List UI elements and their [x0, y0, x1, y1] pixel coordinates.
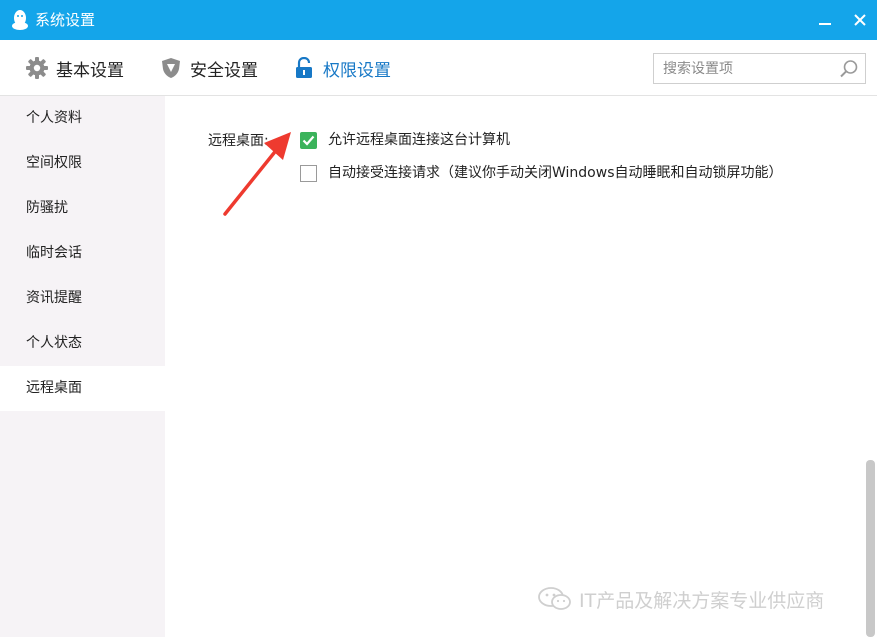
settings-toolbar: 基本设置 安全设置 权限设置 [0, 40, 877, 96]
watermark-text: IT产品及解决方案专业供应商 [579, 589, 825, 612]
auto-accept-option[interactable]: 自动接受连接请求（建议你手动关闭Windows自动睡眠和自动锁屏功能） [300, 163, 783, 183]
tab-label: 基本设置 [56, 60, 124, 81]
sidebar-item-profile[interactable]: 个人资料 [0, 96, 165, 141]
minimize-button[interactable] [813, 8, 837, 32]
search-box [653, 53, 866, 84]
window-title: 系统设置 [35, 11, 96, 29]
title-bar: 系统设置 [0, 0, 877, 40]
tab-label: 安全设置 [190, 60, 258, 81]
lock-icon [293, 57, 315, 79]
checkmark-icon [302, 135, 315, 146]
close-icon [854, 14, 866, 26]
sidebar-item-news-reminder[interactable]: 资讯提醒 [0, 276, 165, 321]
shield-icon [160, 57, 182, 79]
tab-permission-settings[interactable]: 权限设置 [293, 54, 391, 82]
scrollbar-thumb[interactable] [866, 460, 875, 637]
watermark: IT产品及解决方案专业供应商 [537, 585, 824, 613]
tab-label: 权限设置 [323, 60, 391, 81]
allow-remote-desktop-label: 允许远程桌面连接这台计算机 [328, 132, 510, 148]
settings-content: 远程桌面: 允许远程桌面连接这台计算机 自动接受连接请求（建议你手动关闭Wind… [165, 96, 877, 637]
minimize-icon [819, 23, 831, 25]
auto-accept-label: 自动接受连接请求（建议你手动关闭Windows自动睡眠和自动锁屏功能） [328, 165, 783, 181]
search-input[interactable] [654, 54, 834, 83]
tab-security-settings[interactable]: 安全设置 [160, 54, 258, 82]
allow-remote-desktop-checkbox[interactable] [300, 131, 317, 149]
auto-accept-checkbox[interactable] [300, 164, 317, 182]
sidebar-item-space-permission[interactable]: 空间权限 [0, 141, 165, 186]
gear-icon [26, 57, 48, 79]
sidebar-item-remote-desktop[interactable]: 远程桌面 [0, 366, 165, 411]
penguin-icon [12, 10, 28, 30]
search-icon[interactable] [839, 59, 859, 79]
allow-remote-desktop-option[interactable]: 允许远程桌面连接这台计算机 [300, 130, 510, 150]
sidebar-item-temp-session[interactable]: 临时会话 [0, 231, 165, 276]
sidebar-item-anti-harassment[interactable]: 防骚扰 [0, 186, 165, 231]
red-arrow-annotation [223, 132, 291, 216]
sidebar-item-personal-status[interactable]: 个人状态 [0, 321, 165, 366]
tab-basic-settings[interactable]: 基本设置 [26, 54, 124, 82]
close-button[interactable] [848, 8, 872, 32]
settings-sidebar: 个人资料 空间权限 防骚扰 临时会话 资讯提醒 个人状态 远程桌面 [0, 96, 165, 637]
wechat-icon [538, 587, 571, 610]
